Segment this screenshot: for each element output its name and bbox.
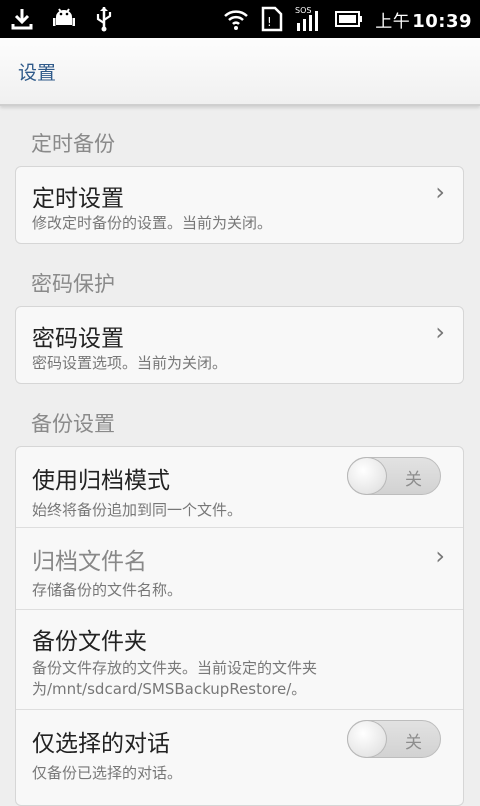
toggle-knob [347,720,387,758]
setting-row-backup-folder[interactable]: 备份文件夹 备份文件存放的文件夹。当前设定的文件夹为/mnt/sdcard/SM… [16,609,463,709]
setting-summary: 修改定时备份的设置。当前为关闭。 [32,214,273,232]
selected-conversations-toggle[interactable]: 关 [347,720,441,758]
setting-title: 归档文件名 [32,549,147,575]
setting-summary: 密码设置选项。当前为关闭。 [32,354,228,372]
setting-row-archive-filename[interactable]: 归档文件名 存储备份的文件名称。 › [16,527,463,609]
toggle-label: 关 [405,733,422,753]
signal-sos-icon: SOS [295,5,323,33]
toggle-label: 关 [405,470,422,490]
battery-icon [335,9,363,29]
download-icon [10,7,34,31]
setting-row-archive-mode[interactable]: 使用归档模式 始终将备份追加到同一个文件。 关 [16,447,463,527]
setting-title: 备份文件夹 [32,629,147,655]
card-password: 密码设置 密码设置选项。当前为关闭。 › [15,306,464,384]
setting-title: 密码设置 [32,326,124,352]
page-title: 设置 [18,62,57,84]
chevron-right-icon: › [435,178,445,206]
setting-row-selected-conversations[interactable]: 仅选择的对话 仅备份已选择的对话。 关 [16,709,463,805]
setting-summary: 始终将备份追加到同一个文件。 [32,501,243,519]
archive-mode-toggle[interactable]: 关 [347,457,441,495]
chevron-right-icon: › [435,542,445,570]
section-header-password: 密码保护 [31,272,115,296]
chevron-right-icon: › [435,318,445,346]
wifi-icon [223,7,249,31]
setting-summary: 仅备份已选择的对话。 [32,764,183,782]
setting-title: 仅选择的对话 [32,731,170,757]
setting-row-password[interactable]: 密码设置 密码设置选项。当前为关闭。 › [16,307,463,383]
setting-summary: 存储备份的文件名称。 [32,581,183,599]
setting-summary: 备份文件存放的文件夹。当前设定的文件夹为/mnt/sdcard/SMSBacku… [32,659,318,698]
svg-text:!: ! [267,15,272,29]
setting-title: 定时设置 [32,186,124,212]
card-backup-settings: 使用归档模式 始终将备份追加到同一个文件。 关 归档文件名 存储备份的文件名称。… [15,446,464,806]
title-bar: 设置 [0,38,480,106]
android-debug-icon [52,7,76,31]
toggle-knob [347,457,387,495]
section-header-scheduled-backup: 定时备份 [31,132,115,156]
card-scheduled-backup: 定时设置 修改定时备份的设置。当前为关闭。 › [15,166,464,244]
status-bar: ! SOS 上午 10:39 [0,0,480,38]
clock: 上午 10:39 [375,10,472,32]
setting-title: 使用归档模式 [32,468,170,494]
setting-row-schedule[interactable]: 定时设置 修改定时备份的设置。当前为关闭。 › [16,167,463,243]
usb-icon [94,6,114,32]
sim-icon: ! [261,6,283,32]
svg-text:SOS: SOS [295,6,311,15]
section-header-backup-settings: 备份设置 [31,412,115,436]
